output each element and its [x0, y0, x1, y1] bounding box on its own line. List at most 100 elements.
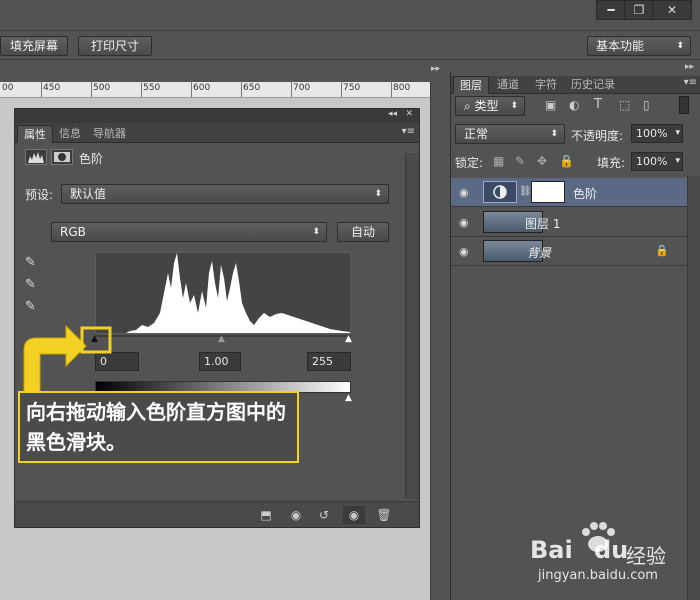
properties-tabs: 属性 信息 导航器 ▾≡ [15, 123, 419, 143]
ruler-tick-label: 600 [193, 83, 211, 93]
ruler-tick-label: 00 [2, 83, 14, 93]
black-point-eyedropper-icon[interactable]: ✎ [25, 255, 36, 270]
blend-mode-dropdown[interactable]: 正常 ⬍ [455, 124, 565, 144]
visibility-eye-icon[interactable]: ◉ [343, 506, 365, 524]
input-gamma-field[interactable]: 1.00 [199, 352, 241, 371]
histogram-shape [96, 253, 350, 333]
collapse-icon[interactable]: ▸▸ [431, 64, 440, 74]
levels-adjustment-icon [25, 149, 47, 165]
title-bar: ━ ❐ ✕ [0, 0, 700, 24]
panel-header: ◂◂ ✕ [15, 109, 419, 123]
lock-label: 锁定: [455, 156, 484, 170]
tab-layers[interactable]: 图层 [453, 76, 489, 94]
filter-shape-icon[interactable]: ⬚ [619, 98, 630, 112]
panel-bottom-bar: ⬒ ◉ ↺ ◉ 🗑 [15, 501, 419, 527]
fill-label: 填充: [597, 156, 626, 170]
dropdown-arrow-icon: ⬍ [676, 41, 684, 51]
gray-point-eyedropper-icon[interactable]: ✎ [25, 277, 36, 292]
auto-button[interactable]: 自动 [337, 222, 389, 242]
watermark-brand: Bai [530, 536, 573, 564]
gray-input-slider-handle[interactable]: ▲ [218, 334, 225, 344]
white-output-slider-handle[interactable]: ▲ [345, 393, 352, 403]
channel-value: RGB [60, 225, 86, 239]
workspace-dropdown[interactable]: 基本功能 ⬍ [587, 36, 691, 56]
preset-dropdown[interactable]: 默认值 ⬍ [61, 184, 389, 204]
link-icon[interactable]: ⛓ [519, 186, 532, 197]
visibility-eye-icon[interactable]: ◉ [459, 186, 469, 199]
visibility-eye-icon[interactable]: ◉ [459, 216, 469, 229]
search-icon: ⌕ [464, 99, 475, 113]
watermark-url: jingyan.baidu.com [538, 568, 658, 583]
filter-smart-object-icon[interactable]: ▯ [643, 98, 650, 112]
panel-menu-icon[interactable]: ▾≡ [402, 126, 415, 137]
filter-toggle[interactable] [679, 96, 689, 114]
opacity-field[interactable]: 100% ▾ [631, 124, 683, 143]
filter-adjustment-icon[interactable]: ◐ [569, 98, 579, 112]
filter-type-icon[interactable]: T [594, 97, 602, 112]
layers-tabs: 图层 通道 字符 历史记录 ▾≡ [451, 76, 700, 94]
reset-icon[interactable]: ↺ [313, 506, 335, 524]
watermark-brand2: du [594, 536, 629, 564]
opacity-value: 100% [636, 127, 668, 140]
preset-value: 默认值 [70, 187, 107, 201]
preset-label: 预设: [25, 188, 54, 202]
collapse-icon[interactable]: ◂◂ [388, 109, 397, 119]
minimize-button[interactable]: ━ [596, 0, 626, 20]
lock-position-icon[interactable]: ✥ [537, 154, 547, 168]
fill-value: 100% [636, 155, 668, 168]
layer-name: 色阶 [573, 187, 598, 201]
dropdown-arrow-icon: ▾ [675, 156, 680, 166]
filter-pixel-icon[interactable]: ▣ [545, 98, 556, 112]
filter-kind-label: 类型 [474, 99, 499, 113]
tab-channels[interactable]: 通道 [491, 76, 525, 94]
restore-button[interactable]: ❐ [624, 0, 654, 20]
lock-image-icon[interactable]: ✎ [515, 154, 525, 168]
fill-screen-button[interactable]: 填充屏幕 [0, 36, 68, 56]
horizontal-ruler: 00 450 500 550 600 650 700 750 800 [0, 81, 430, 98]
layer-row-background[interactable]: ◉ 背景 🔒 [451, 237, 687, 266]
close-button[interactable]: ✕ [652, 0, 692, 20]
layer-mask-icon[interactable] [51, 149, 73, 165]
workspace-label: 基本功能 [596, 39, 645, 53]
tab-navigator[interactable]: 导航器 [87, 125, 132, 143]
tab-info[interactable]: 信息 [53, 125, 87, 143]
ruler-tick-label: 500 [93, 83, 111, 93]
panel-scrollbar[interactable] [405, 153, 419, 499]
ruler-tick-label: 450 [43, 83, 61, 93]
white-point-eyedropper-icon[interactable]: ✎ [25, 299, 36, 314]
mask-thumbnail[interactable] [531, 181, 565, 203]
lock-all-icon[interactable]: 🔒 [559, 154, 574, 168]
panel-menu-icon[interactable]: ▾≡ [684, 77, 697, 88]
tab-character[interactable]: 字符 [529, 76, 563, 94]
tab-history[interactable]: 历史记录 [565, 76, 621, 94]
tab-properties[interactable]: 属性 [17, 125, 53, 143]
clip-to-layer-icon[interactable]: ⬒ [255, 506, 277, 524]
lock-transparency-icon[interactable]: ▦ [493, 154, 504, 168]
white-input-slider-handle[interactable]: ▲ [345, 334, 352, 344]
adjustment-thumbnail-icon [483, 181, 517, 203]
layer-row-levels[interactable]: ◉ ⛓ 色阶 [451, 178, 687, 207]
lock-icon: 🔒 [655, 244, 669, 257]
document-tab-strip: ▸▸ [0, 62, 446, 82]
layer-name: 背景 [527, 246, 552, 260]
print-size-button[interactable]: 打印尺寸 [78, 36, 152, 56]
document-scrollbar[interactable] [430, 82, 446, 600]
visibility-eye-icon[interactable]: ◉ [459, 245, 469, 258]
ruler-tick-label: 700 [293, 83, 311, 93]
view-previous-icon[interactable]: ◉ [285, 506, 307, 524]
layer-row-layer1[interactable]: ◉ 图层 1 [451, 208, 687, 237]
ruler-tick-label: 750 [343, 83, 361, 93]
collapse-icon[interactable]: ▸▸ [685, 62, 694, 72]
ruler-tick-label: 650 [243, 83, 261, 93]
delete-adjustment-icon[interactable]: 🗑 [373, 506, 395, 524]
filter-kind-dropdown[interactable]: ⌕ 类型 ⬍ [455, 96, 525, 116]
dropdown-arrow-icon: ⬍ [312, 227, 320, 237]
dropdown-arrow-icon: ⬍ [510, 101, 518, 111]
callout-text: 向右拖动输入色阶直方图中的黑色滑块。 [26, 400, 286, 454]
fill-field[interactable]: 100% ▾ [631, 152, 683, 171]
channel-dropdown[interactable]: RGB ⬍ [51, 222, 327, 242]
input-white-field[interactable]: 255 [307, 352, 351, 371]
opacity-label: 不透明度: [571, 129, 624, 143]
watermark-product: 经验 [626, 544, 666, 568]
close-panel-icon[interactable]: ✕ [405, 109, 413, 119]
